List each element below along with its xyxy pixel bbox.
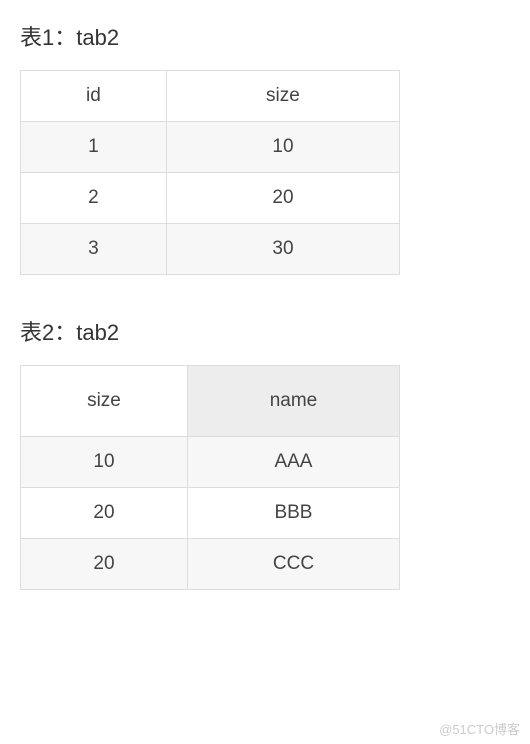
table1-header-size: size [166,71,399,122]
table-row: 2 20 [21,173,400,224]
cell-name: AAA [187,437,399,488]
cell-id: 1 [21,122,167,173]
cell-size: 10 [166,122,399,173]
watermark: @51CTO博客 [439,719,520,738]
table1: id size 1 10 2 20 3 30 [20,70,400,275]
heading-table2: 表2：tab2 [20,315,510,347]
table2-header-row: size name [21,366,400,437]
cell-id: 3 [21,224,167,275]
table2-header-name: name [187,366,399,437]
table1-header-id: id [21,71,167,122]
table-row: 10 AAA [21,437,400,488]
cell-id: 2 [21,173,167,224]
heading-table1: 表1：tab2 [20,20,510,52]
cell-size: 20 [21,488,188,539]
table-row: 3 30 [21,224,400,275]
section-table2: 表2：tab2 size name 10 AAA 20 BBB 20 CCC [20,315,510,590]
table-row: 20 CCC [21,539,400,590]
table2-header-size: size [21,366,188,437]
section-table1: 表1：tab2 id size 1 10 2 20 3 30 [20,20,510,275]
cell-size: 10 [21,437,188,488]
cell-name: BBB [187,488,399,539]
cell-name: CCC [187,539,399,590]
cell-size: 30 [166,224,399,275]
table-row: 20 BBB [21,488,400,539]
cell-size: 20 [166,173,399,224]
cell-size: 20 [21,539,188,590]
table1-header-row: id size [21,71,400,122]
table-row: 1 10 [21,122,400,173]
table2: size name 10 AAA 20 BBB 20 CCC [20,365,400,590]
